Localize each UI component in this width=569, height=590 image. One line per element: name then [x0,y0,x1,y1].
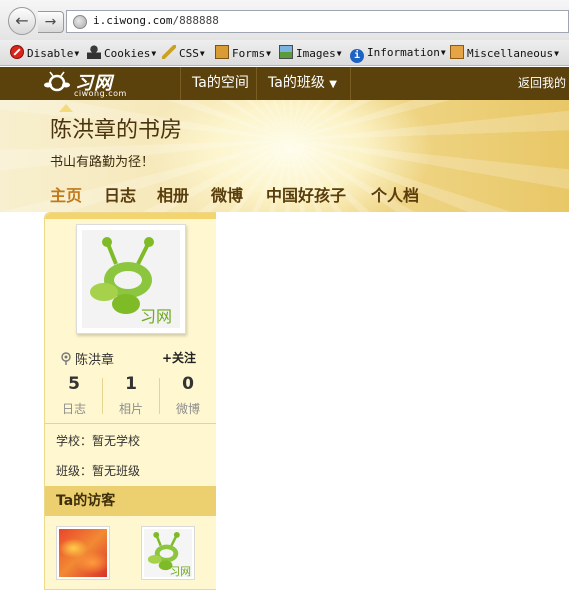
tab-home[interactable]: 主页 [50,182,82,206]
tab-profile[interactable]: 个人档 [371,182,419,206]
browser-navigation-bar: ← → i.ciwong.com/888888 [0,0,569,40]
bee-mascot-icon: 习网 [90,237,172,326]
back-button[interactable]: ← [8,7,36,35]
disable-icon [10,45,24,59]
visitors-heading: Ta的访客 [45,486,216,516]
dropdown-caret-icon: ▼ [266,49,271,58]
tab-journal[interactable]: 日志 [104,182,136,206]
nav-divider [350,67,351,100]
avatar-placeholder: 习网 [82,230,180,328]
forward-arrow-icon: → [44,14,57,30]
visitor-photo: 习网 [144,529,192,578]
user-location-icon [61,352,71,365]
chevron-down-icon: ▼ [329,79,337,90]
dropdown-caret-icon: ▼ [199,49,205,58]
information-menu[interactable]: i Information▼ [350,45,446,63]
stat-microblog-label[interactable]: 微博 [160,400,216,417]
nav-ta-class[interactable]: Ta的班级 ▼ [268,67,337,100]
page-title: 陈洪章的书房 [50,118,183,143]
dropdown-caret-icon: ▼ [74,49,80,58]
avatar[interactable]: 习网 [76,224,186,334]
bee-logo-icon [44,71,70,92]
address-bar[interactable]: i.ciwong.com/888888 [66,10,569,33]
dropdown-caret-icon: ▼ [151,49,157,58]
nav-divider [256,67,257,100]
globe-icon [73,15,87,29]
nav-ta-space[interactable]: Ta的空间 [192,67,249,100]
web-developer-toolbar: Disable▼ Cookies▼ CSS▼ Forms▼ Images▼ iI… [0,40,569,66]
back-arrow-icon: ← [15,11,29,30]
disable-menu[interactable]: Disable▼ [10,45,79,61]
cookies-menu[interactable]: Cookies▼ [87,45,156,61]
miscellaneous-menu[interactable]: Miscellaneous▼ [450,45,559,61]
css-menu[interactable]: CSS▼ [162,45,205,61]
dropdown-caret-icon: ▼ [440,48,446,57]
images-icon [279,45,293,59]
stat-journal-label[interactable]: 日志 [46,400,102,417]
blog-motto: 书山有路勤为径！ [50,155,155,170]
miscellaneous-icon [450,45,464,59]
visitor-avatar[interactable] [56,526,110,580]
school-info: 学校：暂无学校 [56,434,141,448]
nav-divider [180,67,181,100]
nav-back-to-mine[interactable]: 返回我的 [518,67,566,100]
tab-good-kids[interactable]: 中国好孩子 [266,182,346,206]
active-tab-indicator [59,104,73,112]
stat-photo-label[interactable]: 相片 [103,400,159,417]
information-icon: i [350,49,364,63]
stat-microblog-count[interactable]: 0 [160,374,216,394]
logo-subtext: ciwong.com [74,89,127,98]
section-divider [45,423,216,424]
css-pencil-icon [162,45,176,59]
address-url: i.ciwong.com/888888 [93,14,219,27]
bee-mascot-icon: 习网 [147,531,191,578]
tab-microblog[interactable]: 微博 [211,182,243,206]
forward-button[interactable]: → [38,11,64,33]
svg-text:习网: 习网 [169,565,191,577]
blog-banner: 陈洪章的书房 书山有路勤为径！ 主页 日志 相册 微博 中国好孩子 个人档 [0,100,569,212]
user-name[interactable]: 陈洪章 [75,349,114,368]
stat-photo-count[interactable]: 1 [103,374,159,394]
dropdown-caret-icon: ▼ [554,49,559,58]
class-info: 班级：暂无班级 [56,464,141,478]
forms-icon [215,45,229,59]
images-menu[interactable]: Images▼ [279,45,342,61]
visitor-photo [59,529,107,577]
stat-journal-count[interactable]: 5 [46,374,102,394]
tab-album[interactable]: 相册 [157,182,189,206]
visitor-avatar[interactable]: 习网 [141,526,195,580]
forms-menu[interactable]: Forms▼ [215,45,271,61]
dropdown-caret-icon: ▼ [336,49,342,58]
cookies-icon [87,45,101,59]
svg-text:习网: 习网 [140,307,172,326]
blog-tabs: 主页 日志 相册 微博 中国好孩子 个人档 [0,182,569,212]
follow-button[interactable]: +关注 [162,349,196,366]
site-header: 习网 ciwong.com Ta的空间 Ta的班级 ▼ 返回我的 [0,67,569,100]
